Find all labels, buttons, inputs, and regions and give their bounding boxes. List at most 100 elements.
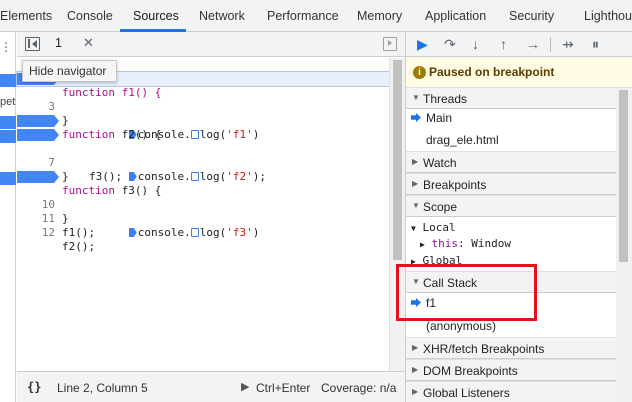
coverage-status: Coverage: n/a xyxy=(321,381,397,395)
tab-lighthouse[interactable]: Lighthouse xyxy=(584,0,632,32)
scope-local-label: Local xyxy=(422,221,456,234)
code-line: 11 f1(); xyxy=(17,198,389,239)
thread-row[interactable]: drag_ele.html xyxy=(406,129,616,151)
close-icon[interactable]: ✕ xyxy=(83,35,94,51)
expanded-arrow-icon: ▼ xyxy=(412,93,420,102)
pretty-print-button[interactable]: {} xyxy=(27,380,41,394)
run-icon[interactable]: ▶ xyxy=(241,380,249,393)
resume-icon[interactable]: ▶ xyxy=(417,35,428,53)
tab-application[interactable]: Application xyxy=(425,0,486,32)
editor-toolbar: 1 ✕ xyxy=(17,32,405,57)
navigator-sidebar: ⋮ pet xyxy=(0,32,16,402)
navigator-line-highlight xyxy=(0,130,16,143)
tab-network[interactable]: Network xyxy=(199,0,245,32)
sidebar-scrollbar[interactable] xyxy=(616,88,632,402)
navigator-line-highlight xyxy=(0,172,16,185)
thread-row[interactable]: Main xyxy=(406,107,616,129)
step-over-icon[interactable]: ↷ xyxy=(444,35,456,53)
code-text: f2(); xyxy=(62,240,96,253)
step-icon[interactable]: → xyxy=(526,35,540,53)
editor-scrollbar[interactable] xyxy=(389,58,405,371)
collapsed-arrow-icon: ▶ xyxy=(420,240,425,249)
step-out-icon[interactable]: ↑ xyxy=(500,35,507,53)
section-dom-breakpoints[interactable]: ▶ DOM Breakpoints xyxy=(406,359,632,381)
navigator-line-highlight xyxy=(0,74,16,87)
thread-name: Main xyxy=(426,111,453,125)
editor-status-bar: {} Line 2, Column 5 ▶ Ctrl+Enter Coverag… xyxy=(17,371,405,402)
inline-breakpoint-icon[interactable] xyxy=(190,228,199,237)
breakpoint-marker[interactable] xyxy=(17,171,59,183)
code-editor[interactable]: 1 function f1() { 2 console.log('f1') 3 … xyxy=(16,58,390,371)
inline-breakpoint-icon[interactable] xyxy=(128,228,137,237)
paused-status: Paused on breakpoint xyxy=(429,65,555,79)
hide-navigator-tooltip: Hide navigator xyxy=(22,60,117,82)
code-text: log( xyxy=(199,226,227,239)
toolbar-divider xyxy=(550,37,551,52)
line-number[interactable]: 12 xyxy=(17,226,55,240)
tab-sources[interactable]: Sources xyxy=(133,0,179,32)
section-global-listeners[interactable]: ▶ Global Listeners xyxy=(406,381,632,402)
section-label: Breakpoints xyxy=(423,178,487,192)
section-label: Threads xyxy=(423,92,468,106)
file-tab-label[interactable]: 1 xyxy=(55,36,62,50)
section-label: Global Listeners xyxy=(423,386,510,400)
breakpoint-marker[interactable] xyxy=(17,129,59,141)
frame-name: (anonymous) xyxy=(426,319,497,333)
devtools-tab-bar: Elements Console Sources Network Perform… xyxy=(0,0,632,32)
debugger-sidebar: ▶ ↷ ↓ ↑ → ⇸ ⏸ i Paused on breakpoint ▼ T… xyxy=(405,32,632,402)
code-text: ) xyxy=(252,226,260,239)
string-literal: 'f3' xyxy=(226,226,253,239)
section-xhr-breakpoints[interactable]: ▶ XHR/fetch Breakpoints xyxy=(406,337,632,359)
debugger-toolbar: ▶ ↷ ↓ ↑ → ⇸ ⏸ xyxy=(406,32,632,57)
code-line: 9 console. log('f3') xyxy=(17,170,389,239)
section-breakpoints[interactable]: ▶ Breakpoints xyxy=(406,173,632,195)
code-line: 10 } xyxy=(17,184,389,225)
expanded-arrow-icon: ▼ xyxy=(411,224,416,233)
navigator-drag-icon[interactable]: ⋮ xyxy=(0,40,12,54)
run-shortcut[interactable]: Ctrl+Enter xyxy=(256,381,310,395)
collapsed-arrow-icon: ▶ xyxy=(412,157,419,166)
section-label: Scope xyxy=(423,200,458,214)
toggle-debugger-icon[interactable] xyxy=(383,37,397,51)
tab-memory[interactable]: Memory xyxy=(357,0,402,32)
section-threads[interactable]: ▼ Threads xyxy=(406,87,632,109)
code-text: f1(); xyxy=(62,226,96,239)
step-into-icon[interactable]: ↓ xyxy=(472,35,479,53)
scope-local[interactable]: ▼ Local xyxy=(411,221,456,234)
current-thread-icon xyxy=(411,113,421,122)
code-text: console. xyxy=(137,226,191,239)
cursor-position: Line 2, Column 5 xyxy=(57,381,148,395)
code-line: 5 console. log('f2'); xyxy=(17,114,389,183)
navigator-line-highlight xyxy=(0,116,16,129)
tab-security[interactable]: Security xyxy=(509,0,554,32)
expanded-arrow-icon: ▼ xyxy=(412,201,420,210)
code-line: 6 f3(); xyxy=(17,128,389,183)
code-line: 12 f2(); xyxy=(17,212,389,253)
collapsed-arrow-icon: ▶ xyxy=(412,387,419,396)
annotation-highlight-box xyxy=(396,264,537,321)
breakpoint-marker[interactable] xyxy=(17,115,59,127)
code-line: 3 } xyxy=(17,86,389,127)
scope-key: this xyxy=(431,237,458,250)
pause-on-exceptions-icon[interactable]: ⏸ xyxy=(592,35,599,53)
tab-elements[interactable]: Elements xyxy=(0,0,52,32)
navigator-snippet-label[interactable]: pet xyxy=(0,96,15,108)
collapsed-arrow-icon: ▶ xyxy=(412,365,419,374)
info-icon: i xyxy=(413,66,426,79)
tab-console[interactable]: Console xyxy=(67,0,113,32)
code-line: 7 } xyxy=(17,142,389,183)
code-line: 8 function f3() { xyxy=(17,156,389,197)
collapsed-arrow-icon: ▶ xyxy=(412,343,419,352)
section-label: Watch xyxy=(423,156,457,170)
section-watch[interactable]: ▶ Watch xyxy=(406,151,632,173)
code-line: 4 function f2() { xyxy=(17,100,389,141)
scope-this-entry[interactable]: ▶ this: Window xyxy=(420,237,511,250)
section-label: DOM Breakpoints xyxy=(423,364,518,378)
thread-name: drag_ele.html xyxy=(426,133,499,147)
scope-value: Window xyxy=(471,237,511,250)
toggle-navigator-icon[interactable] xyxy=(25,37,40,51)
deactivate-breakpoints-icon[interactable]: ⇸ xyxy=(562,35,574,53)
section-scope[interactable]: ▼ Scope xyxy=(406,195,632,217)
paused-banner: i Paused on breakpoint xyxy=(406,57,632,88)
tab-performance[interactable]: Performance xyxy=(267,0,339,32)
